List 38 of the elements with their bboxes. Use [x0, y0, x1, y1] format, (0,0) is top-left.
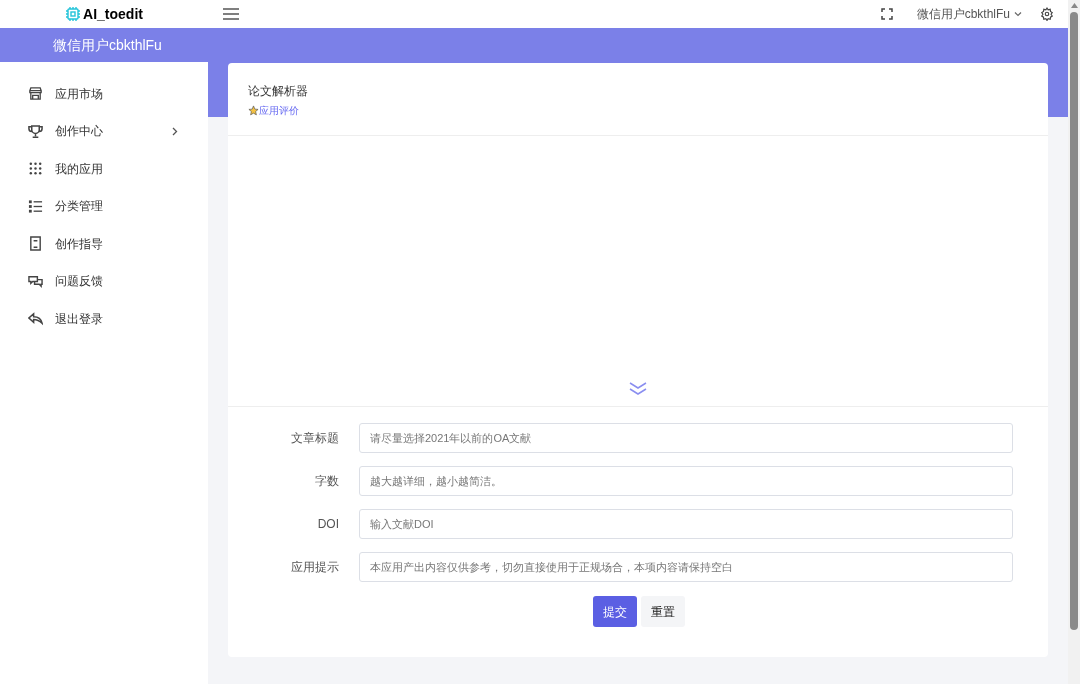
input-field[interactable]: 本应用产出内容仅供参考，切勿直接使用于正规场合，本项内容请保持空白 [359, 552, 1013, 582]
rating-link[interactable]: 应用评价 [248, 103, 299, 118]
input-field[interactable]: 输入文献DOI [359, 509, 1013, 539]
star-icon [248, 105, 259, 116]
document-icon [28, 236, 43, 252]
app-title: 论文解析器 [248, 83, 309, 100]
sidebar-item[interactable]: 问题反馈 [0, 262, 208, 300]
field-label: 文章标题 [290, 430, 340, 447]
double-chevron-down-icon[interactable] [629, 382, 647, 396]
sidebar-item[interactable]: 我的应用 [0, 150, 208, 188]
chip-logo-icon [65, 6, 82, 22]
store-icon [28, 86, 43, 102]
field-label: 字数 [314, 473, 340, 490]
user-menu[interactable]: 微信用户cbkthlFu [916, 5, 1022, 23]
settings-icon[interactable] [1040, 7, 1054, 21]
sidebar-item[interactable]: 创作中心 [0, 112, 208, 150]
submit-button[interactable]: 提交 [593, 596, 637, 627]
scroll-up-icon[interactable] [1070, 3, 1078, 8]
input-field[interactable]: 请尽量选择2021年以前的OA文献 [359, 423, 1013, 453]
field-label: 应用提示 [290, 559, 340, 576]
caret-icon [1014, 11, 1022, 17]
reset-button[interactable]: 重置 [641, 596, 685, 627]
sidebar-item[interactable]: 分类管理 [0, 187, 208, 225]
fullscreen-icon[interactable] [880, 8, 893, 20]
menu-icon[interactable] [223, 8, 239, 20]
scrollbar[interactable] [1068, 0, 1080, 684]
field-label: DOI [316, 516, 340, 533]
sidebar-item[interactable]: 创作指导 [0, 225, 208, 263]
reply-arrow-icon [28, 311, 43, 327]
grid-icon [28, 161, 43, 177]
app-logo-text: AI_toedit [83, 4, 143, 24]
input-field[interactable]: 越大越详细，越小越简洁。 [359, 466, 1013, 496]
sidebar-user-name: 微信用户cbkthlFu [0, 28, 208, 62]
trophy-icon [28, 123, 43, 139]
speech-bubbles-icon [28, 273, 43, 289]
list-icon [28, 198, 43, 214]
sidebar-item[interactable]: 应用市场 [0, 75, 208, 113]
sidebar-item[interactable]: 退出登录 [0, 300, 208, 338]
